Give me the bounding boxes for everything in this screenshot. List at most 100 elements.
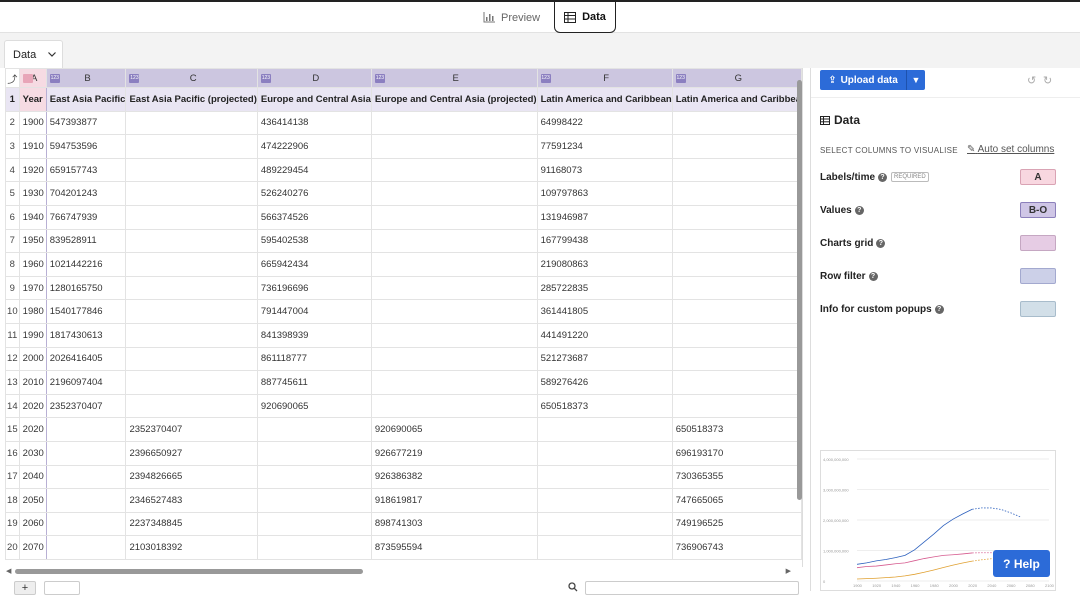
vertical-scroll-thumb[interactable] [797,80,802,500]
cell-d14[interactable]: 920690065 [256,393,372,419]
cell-b18[interactable] [45,488,127,513]
cell-e4[interactable] [370,157,538,183]
row-number[interactable]: 6 [5,204,20,230]
row-number[interactable]: 19 [5,511,20,537]
cell-b14[interactable]: 2352370407 [45,393,127,419]
cell-b16[interactable] [45,440,127,466]
cell-c4[interactable] [125,157,258,183]
cell-b1[interactable]: East Asia Pacific [45,87,127,112]
cell-g15[interactable]: 650518373 [671,417,802,442]
column-header-a[interactable]: A [18,68,47,88]
cell-e10[interactable] [370,299,538,324]
help-circle-icon[interactable]: ? [878,172,888,182]
cell-g13[interactable] [671,370,802,395]
cell-d3[interactable]: 474222906 [256,134,372,159]
cell-g1[interactable]: Latin America and Caribbea [671,87,802,112]
cell-g11[interactable] [671,322,802,348]
cell-e14[interactable] [370,393,538,419]
cell-b19[interactable] [45,511,127,537]
cell-d1[interactable]: Europe and Central Asia [256,87,372,112]
cell-c5[interactable] [125,181,258,206]
row-number[interactable]: 20 [5,535,20,560]
cell-c18[interactable]: 2346527483 [125,488,258,513]
cell-a13[interactable]: 2010 [18,370,47,395]
row-number[interactable]: 15 [5,417,20,442]
cell-a7[interactable]: 1950 [18,228,47,254]
number-type-icon[interactable]: 123 [675,74,686,83]
cell-e9[interactable] [370,275,538,301]
cell-b7[interactable]: 839528911 [45,228,127,254]
cell-e7[interactable] [370,228,538,254]
cell-d8[interactable]: 665942434 [256,252,372,277]
row-number[interactable]: 5 [5,181,20,206]
data-grid[interactable]: ⤴ A 123 B 123 C 123 D 123 E 123 F 123 G 1 Year East Asi… [5,68,803,567]
cell-a2[interactable]: 1900 [18,110,47,136]
number-type-icon[interactable]: 123 [540,74,551,83]
sheet-tab-data[interactable]: Data [4,40,63,68]
cell-b11[interactable]: 1817430613 [45,322,127,348]
cell-b2[interactable]: 547393877 [45,110,127,136]
cell-e1[interactable]: Europe and Central Asia (projected) [370,87,538,112]
row-number[interactable]: 7 [5,228,20,254]
cell-c14[interactable] [125,393,258,419]
cell-d2[interactable]: 436414138 [256,110,372,136]
cell-f19[interactable] [536,511,673,537]
cell-g5[interactable] [671,181,802,206]
cell-f8[interactable]: 219080863 [536,252,673,277]
cell-d5[interactable]: 526240276 [256,181,372,206]
scroll-right-icon[interactable]: ▶ [786,567,791,575]
cell-a1[interactable]: Year [18,87,47,112]
cell-a4[interactable]: 1920 [18,157,47,183]
cell-e15[interactable]: 920690065 [370,417,538,442]
cell-a20[interactable]: 2070 [18,535,47,560]
cell-c9[interactable] [125,275,258,301]
upload-options-dropdown[interactable]: ▼ [906,70,925,90]
row-number[interactable]: 18 [5,488,20,513]
cell-g3[interactable] [671,134,802,159]
cell-f12[interactable]: 521273687 [536,346,673,372]
cell-a12[interactable]: 2000 [18,346,47,372]
cell-f18[interactable] [536,488,673,513]
cell-b12[interactable]: 2026416405 [45,346,127,372]
undo-icon[interactable]: ↺ [1027,74,1036,87]
cell-e19[interactable]: 898741303 [370,511,538,537]
cell-c19[interactable]: 2237348845 [125,511,258,537]
cell-f20[interactable] [536,535,673,560]
cell-c6[interactable] [125,204,258,230]
tab-preview[interactable]: Preview [483,2,540,33]
column-selector[interactable] [1020,235,1056,251]
cell-g4[interactable] [671,157,802,183]
number-type-icon[interactable]: 123 [260,74,271,83]
cell-a10[interactable]: 1980 [18,299,47,324]
cell-a19[interactable]: 2060 [18,511,47,537]
cell-f6[interactable]: 131946987 [536,204,673,230]
corner-cell[interactable]: ⤴ [5,68,20,88]
row-number[interactable]: 1 [5,87,20,112]
cell-f2[interactable]: 64998422 [536,110,673,136]
cell-c17[interactable]: 2394826665 [125,464,258,490]
number-type-icon[interactable]: 123 [129,74,140,83]
number-type-icon[interactable]: 123 [374,74,385,83]
cell-c12[interactable] [125,346,258,372]
vertical-scrollbar[interactable] [796,70,803,558]
row-number[interactable]: 4 [5,157,20,183]
cell-d19[interactable] [256,511,372,537]
redo-icon[interactable]: ↻ [1043,74,1052,87]
column-header-g[interactable]: 123 G [671,68,802,88]
cell-a18[interactable]: 2050 [18,488,47,513]
horizontal-scrollbar[interactable]: ◀ ▶ [5,567,795,576]
cell-f15[interactable] [536,417,673,442]
cell-b20[interactable] [45,535,127,560]
cell-b10[interactable]: 1540177846 [45,299,127,324]
cell-a14[interactable]: 2020 [18,393,47,419]
cell-c3[interactable] [125,134,258,159]
cell-a8[interactable]: 1960 [18,252,47,277]
cell-d13[interactable]: 887745611 [256,370,372,395]
row-number[interactable]: 16 [5,440,20,466]
column-header-d[interactable]: 123 D [256,68,372,88]
cell-b13[interactable]: 2196097404 [45,370,127,395]
cell-f11[interactable]: 441491220 [536,322,673,348]
cell-g2[interactable] [671,110,802,136]
cell-g18[interactable]: 747665065 [671,488,802,513]
cell-d7[interactable]: 595402538 [256,228,372,254]
